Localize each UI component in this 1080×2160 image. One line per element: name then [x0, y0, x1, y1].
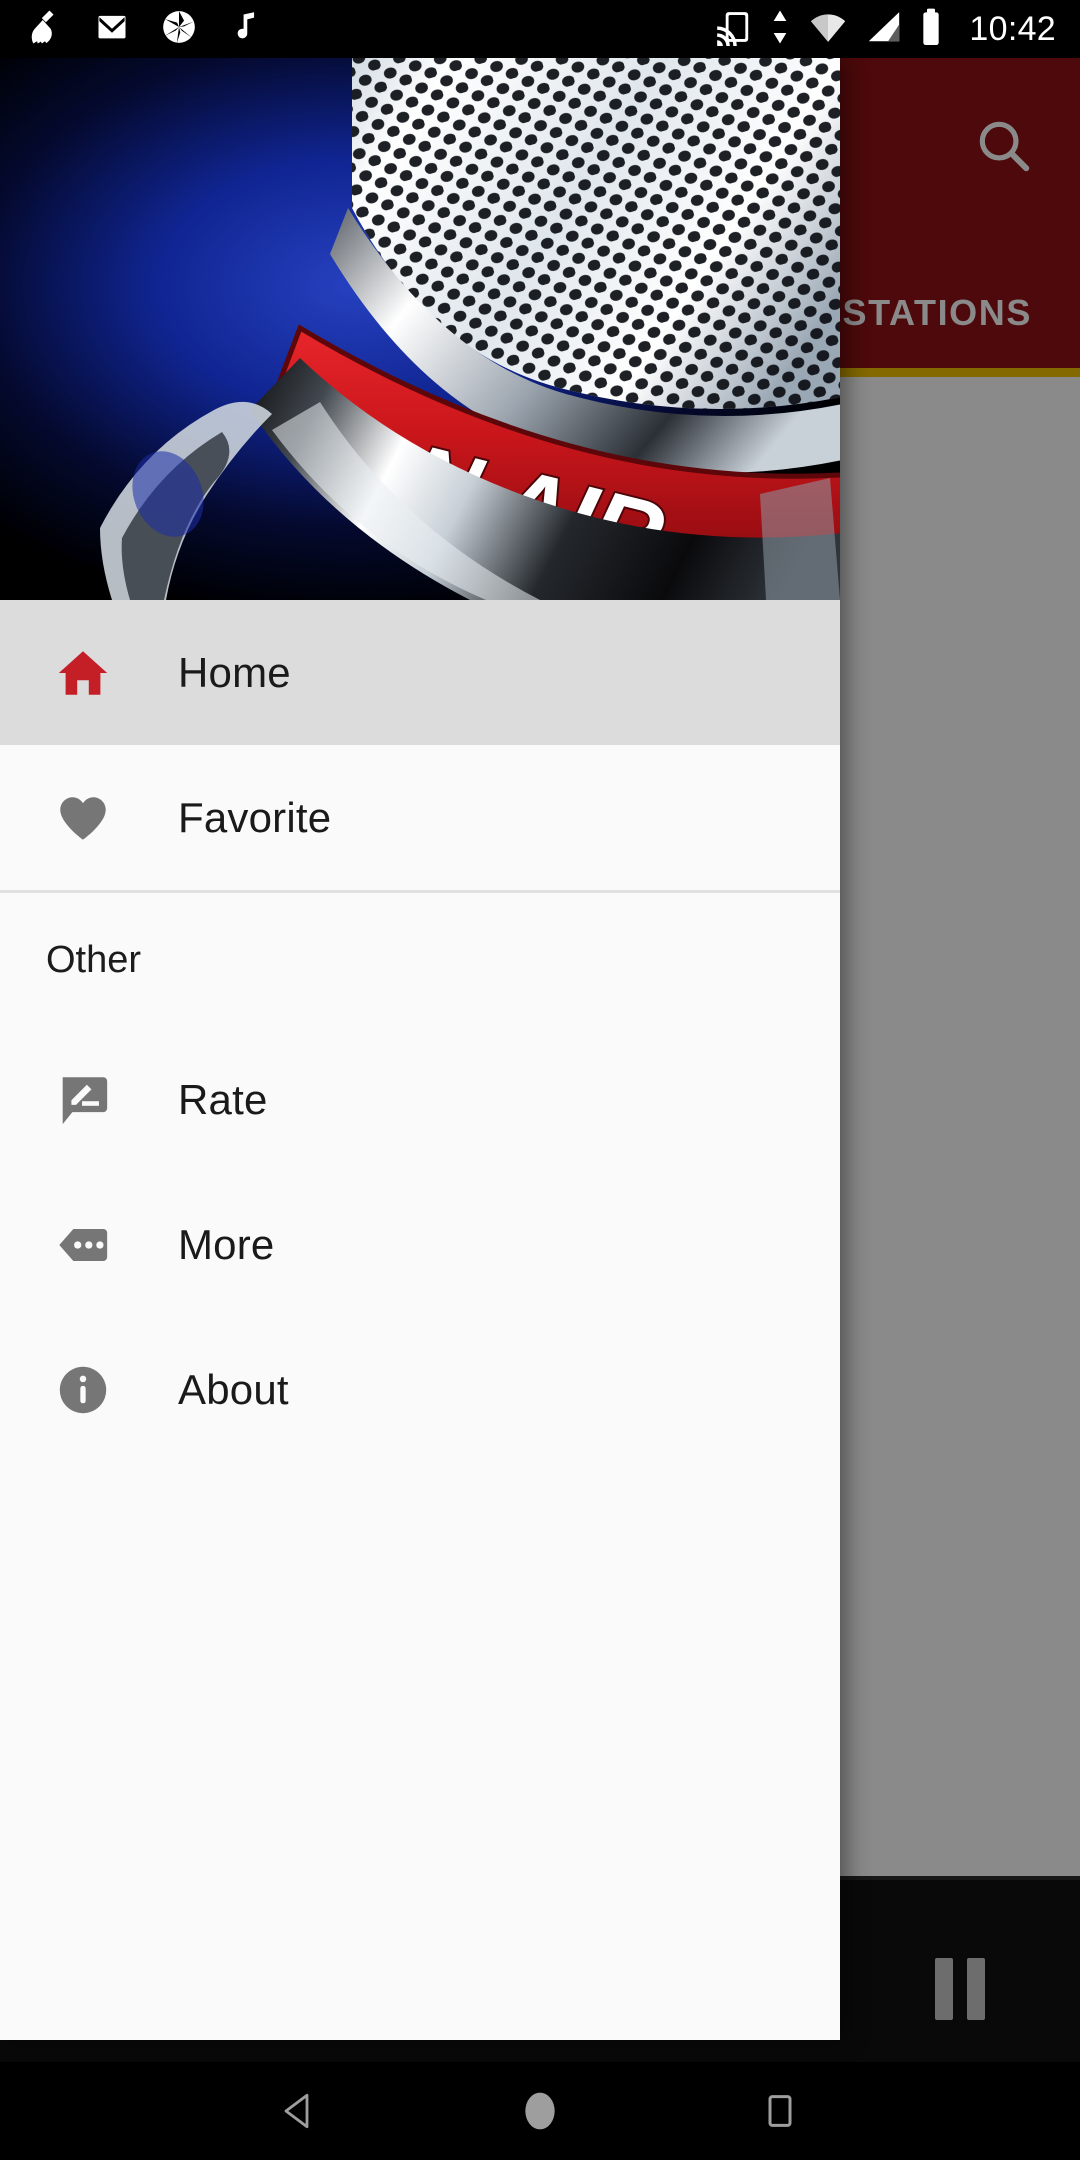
status-bar: 10:42 — [0, 0, 1080, 58]
status-bar-clock: 10:42 — [969, 10, 1056, 48]
home-icon — [44, 644, 122, 702]
drawer-item-label: Favorite — [178, 793, 332, 841]
drawer-item-about[interactable]: About — [0, 1317, 840, 1462]
cellular-signal-icon — [865, 8, 903, 51]
back-button[interactable] — [245, 2062, 355, 2160]
drawer-item-label: Rate — [178, 1075, 268, 1123]
drawer-item-label: More — [178, 1220, 275, 1268]
drawer-section-header-other: Other — [0, 893, 840, 1027]
rate-review-icon — [44, 1071, 122, 1129]
home-button[interactable] — [485, 2062, 595, 2160]
drawer-item-more[interactable]: More — [0, 1172, 840, 1317]
drawer-header: ON AIR — [0, 58, 840, 600]
camera-shutter-icon — [160, 8, 198, 51]
drawer-item-label: Home — [178, 648, 291, 696]
battery-icon — [919, 7, 943, 52]
gmail-icon — [94, 9, 130, 50]
system-navigation-bar — [0, 2062, 1080, 2160]
drawer-item-home[interactable]: Home — [0, 600, 840, 745]
cleaner-broom-icon — [26, 8, 64, 51]
status-bar-notifications — [26, 8, 262, 51]
phone-screen: STATIONS Home Favorite Other Rate More A… — [0, 0, 1080, 2160]
more-label-icon — [44, 1216, 122, 1274]
drawer-item-label: About — [178, 1365, 289, 1413]
status-bar-system-icons: 10:42 — [713, 7, 1056, 52]
data-transfer-icon — [769, 8, 791, 51]
on-air-microphone-image: ON AIR — [0, 58, 840, 600]
drawer-item-rate[interactable]: Rate — [0, 1027, 840, 1172]
cast-icon — [713, 8, 753, 51]
drawer-item-favorite[interactable]: Favorite — [0, 745, 840, 890]
navigation-drawer: ON AIR Home — [0, 58, 840, 2040]
heart-icon — [44, 789, 122, 847]
info-icon — [44, 1361, 122, 1419]
music-note-icon — [228, 9, 262, 50]
wifi-icon — [807, 8, 849, 51]
recents-button[interactable] — [725, 2062, 835, 2160]
